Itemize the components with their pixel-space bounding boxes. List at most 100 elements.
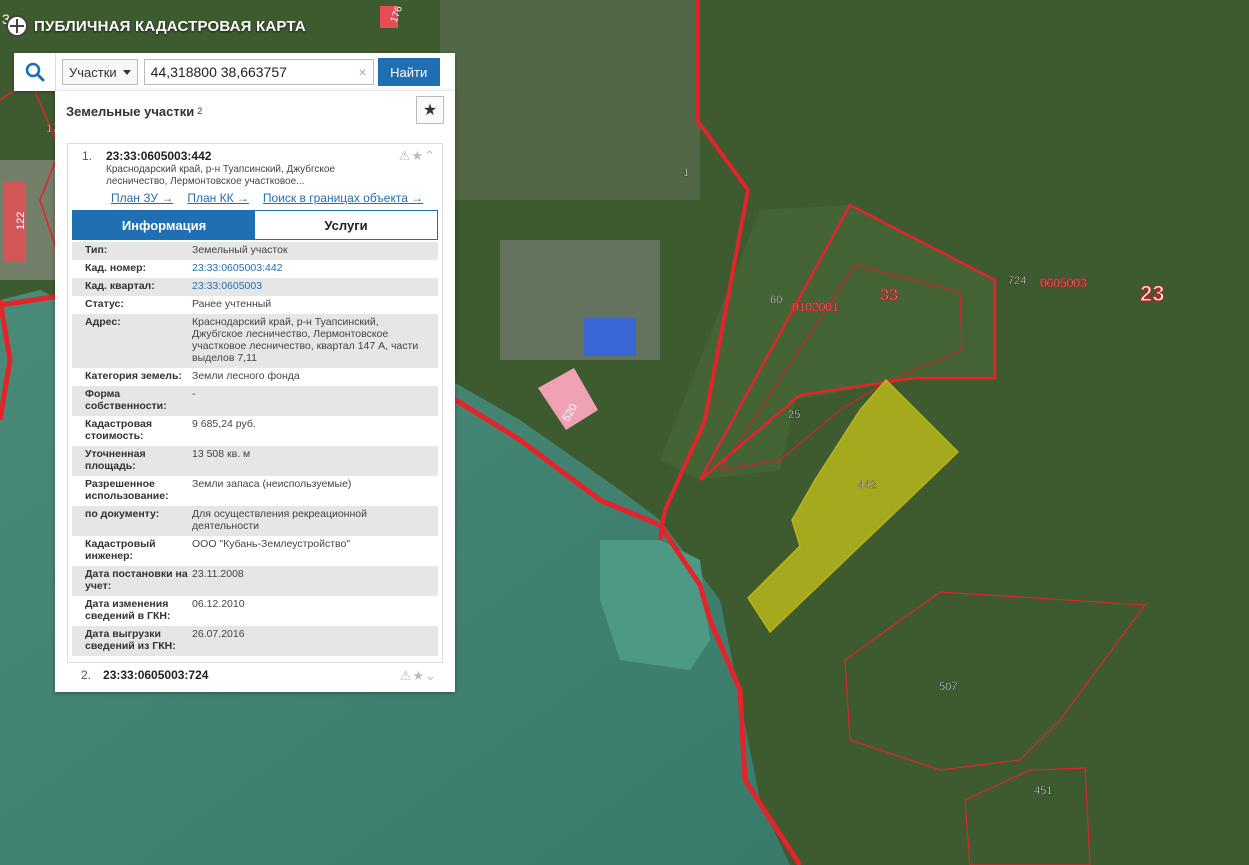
map-label-451: 451 bbox=[1034, 785, 1052, 797]
info-row-key: Дата постановки на учет: bbox=[85, 568, 188, 592]
panel-header: Земельные участки 2 ★ bbox=[55, 91, 455, 131]
info-row-key: Кадастровый инженер: bbox=[85, 538, 156, 562]
info-row: Дата выгрузки сведений из ГКН: 26.07.2016 bbox=[72, 626, 438, 656]
info-row-key: Разрешенное использование: bbox=[85, 478, 169, 502]
map-label-1: 1 bbox=[683, 167, 689, 179]
info-row-key: Тип: bbox=[85, 244, 108, 256]
info-row: Форма собственности: - bbox=[72, 386, 438, 416]
map-label-507: 507 bbox=[939, 681, 957, 693]
info-row-value: 26.07.2016 bbox=[192, 628, 245, 640]
info-row: Адрес: Краснодарский край, р-н Туапсински… bbox=[72, 314, 438, 368]
map-label-724: 724 bbox=[1008, 275, 1026, 287]
favorites-button[interactable]: ★ bbox=[416, 96, 444, 124]
info-row: Кадастровая стоимость: 9 685,24 руб. bbox=[72, 416, 438, 446]
search-icon bbox=[25, 62, 44, 82]
star-icon[interactable]: ★ bbox=[412, 668, 425, 683]
app-title: ПУБЛИЧНАЯ КАДАСТРОВАЯ КАРТА bbox=[34, 17, 306, 35]
info-row: Уточненная площадь: 13 508 кв. м bbox=[72, 446, 438, 476]
result-address: Краснодарский край, р-н Туапсинский, Джу… bbox=[106, 164, 336, 187]
map-label-33: 33 bbox=[880, 287, 898, 304]
search-in-bounds-link[interactable]: Поиск в границах объекта → bbox=[263, 191, 423, 205]
star-icon[interactable]: ★ bbox=[411, 148, 424, 163]
info-row-value[interactable]: 23:33:0605003 bbox=[192, 280, 438, 292]
map-label-0102001: 0102001 bbox=[792, 300, 839, 314]
results-count: 2 bbox=[197, 106, 203, 116]
plan-kk-link[interactable]: План КК → bbox=[187, 191, 249, 205]
tab-information[interactable]: Информация bbox=[73, 211, 255, 239]
chevron-down-icon[interactable]: ⌄ bbox=[425, 668, 437, 683]
info-row-value: Для осуществления рекреационной деятельн… bbox=[192, 508, 367, 532]
info-row: Кад. номер: 23:33:0605003:442 bbox=[72, 260, 438, 278]
search-type-label: Участки bbox=[69, 64, 117, 80]
warning-icon[interactable]: ⚠ bbox=[399, 148, 412, 163]
map-label-district: 23 bbox=[1140, 281, 1164, 306]
search-toggle-button[interactable] bbox=[14, 53, 56, 91]
pool-roof bbox=[584, 318, 636, 356]
info-row: Дата изменения сведений в ГКН: 06.12.2010 bbox=[72, 596, 438, 626]
search-bar: Участки 44,318800 38,663757 × Найти bbox=[14, 53, 455, 91]
chevron-up-icon[interactable]: ⌃ bbox=[424, 148, 436, 163]
clear-icon[interactable]: × bbox=[358, 64, 366, 80]
plan-zu-link[interactable]: План ЗУ → bbox=[111, 191, 173, 205]
tab-services[interactable]: Услуги bbox=[255, 211, 437, 239]
info-row-value: - bbox=[192, 388, 196, 400]
info-row-key: Дата изменения сведений в ГКН: bbox=[85, 598, 171, 622]
town-area bbox=[440, 0, 700, 200]
info-row-key: Кад. номер: bbox=[85, 262, 147, 274]
info-row-value: Земли лесного фонда bbox=[192, 370, 300, 382]
search-type-select[interactable]: Участки bbox=[62, 59, 138, 85]
info-row: Статус: Ранее учтенный bbox=[72, 296, 438, 314]
info-row-value: Земельный участок bbox=[192, 244, 288, 256]
info-row: Разрешенное использование: Земли запаса (… bbox=[72, 476, 438, 506]
info-row-value: 9 685,24 руб. bbox=[192, 418, 256, 430]
info-row: Тип: Земельный участок bbox=[72, 242, 438, 260]
info-row-value: Краснодарский край, р-н Туапсинский, Джу… bbox=[192, 316, 419, 364]
result-tabs: Информация Услуги bbox=[72, 210, 438, 240]
info-row: Категория земель: Земли лесного фонда bbox=[72, 368, 438, 386]
info-row-value: 23.11.2008 bbox=[192, 568, 244, 580]
search-input[interactable]: 44,318800 38,663757 × bbox=[143, 59, 374, 85]
star-icon: ★ bbox=[422, 102, 438, 119]
info-row-value: 06.12.2010 bbox=[192, 598, 245, 610]
map-label-25: 25 bbox=[788, 409, 800, 421]
info-row-key: Статус: bbox=[85, 298, 124, 310]
search-query: 44,318800 38,663757 bbox=[150, 64, 287, 80]
result-actions: ⚠★⌄ bbox=[400, 668, 437, 684]
info-row-value[interactable]: 23:33:0605003:442 bbox=[192, 262, 438, 274]
info-row: Кад. квартал: 23:33:0605003 bbox=[72, 278, 438, 296]
info-row: Дата постановки на учет: 23.11.2008 bbox=[72, 566, 438, 596]
search-submit-button[interactable]: Найти bbox=[377, 58, 440, 86]
result-links: План ЗУ → План КК → Поиск в границах объ… bbox=[111, 191, 423, 205]
info-row-value: 13 508 кв. м bbox=[192, 448, 251, 460]
info-row-key: по документу: bbox=[85, 508, 160, 520]
map-label-quarter: 0605003 bbox=[1040, 276, 1087, 290]
info-row-key: Адрес: bbox=[85, 316, 121, 328]
result-actions: ⚠★⌃ bbox=[399, 148, 436, 164]
info-row-key: Дата выгрузки сведений из ГКН: bbox=[85, 628, 176, 652]
map-label-122: 122 bbox=[15, 212, 27, 230]
info-row: Кадастровый инженер: ООО "Кубань-Землеуст… bbox=[72, 536, 438, 566]
info-row-key: Форма собственности: bbox=[85, 388, 167, 412]
result-item-2[interactable]: 2. 23:33:0605003:724 ⚠★⌄ bbox=[67, 664, 443, 686]
app-header: ПУБЛИЧНАЯ КАДАСТРОВАЯ КАРТА bbox=[0, 8, 306, 44]
info-row-value: Земли запаса (неиспользуемые) bbox=[192, 478, 352, 490]
map-label-442: 442 bbox=[858, 479, 876, 491]
info-row-value: ООО "Кубань-Землеустройство" bbox=[192, 538, 351, 550]
result-card: 1. 23:33:0605003:442 ⚠★⌃ Краснодарский к… bbox=[67, 143, 443, 663]
results-panel: Земельные участки 2 ★ 1. 23:33:0605003:44… bbox=[55, 91, 455, 692]
globe-cross-icon bbox=[6, 15, 28, 37]
info-table: Тип: Земельный участок Кад. номер: 23:33:06… bbox=[72, 242, 438, 656]
map-label-60: 60 bbox=[770, 294, 782, 306]
info-row-key: Кад. квартал: bbox=[85, 280, 155, 292]
result-number: 2. bbox=[81, 668, 92, 682]
result-cadastral-id[interactable]: 23:33:0605003:442 bbox=[106, 149, 211, 163]
info-row-key: Категория земель: bbox=[85, 370, 182, 382]
result-cadastral-id[interactable]: 23:33:0605003:724 bbox=[103, 668, 208, 682]
result-number: 1. bbox=[82, 149, 93, 163]
info-row-key: Кадастровая стоимость: bbox=[85, 418, 152, 442]
info-row-value: Ранее учтенный bbox=[192, 298, 272, 310]
warning-icon[interactable]: ⚠ bbox=[400, 668, 413, 683]
panel-title: Земельные участки bbox=[66, 103, 195, 119]
info-row-key: Уточненная площадь: bbox=[85, 448, 146, 472]
info-row: по документу: Для осуществления рекреацио… bbox=[72, 506, 438, 536]
